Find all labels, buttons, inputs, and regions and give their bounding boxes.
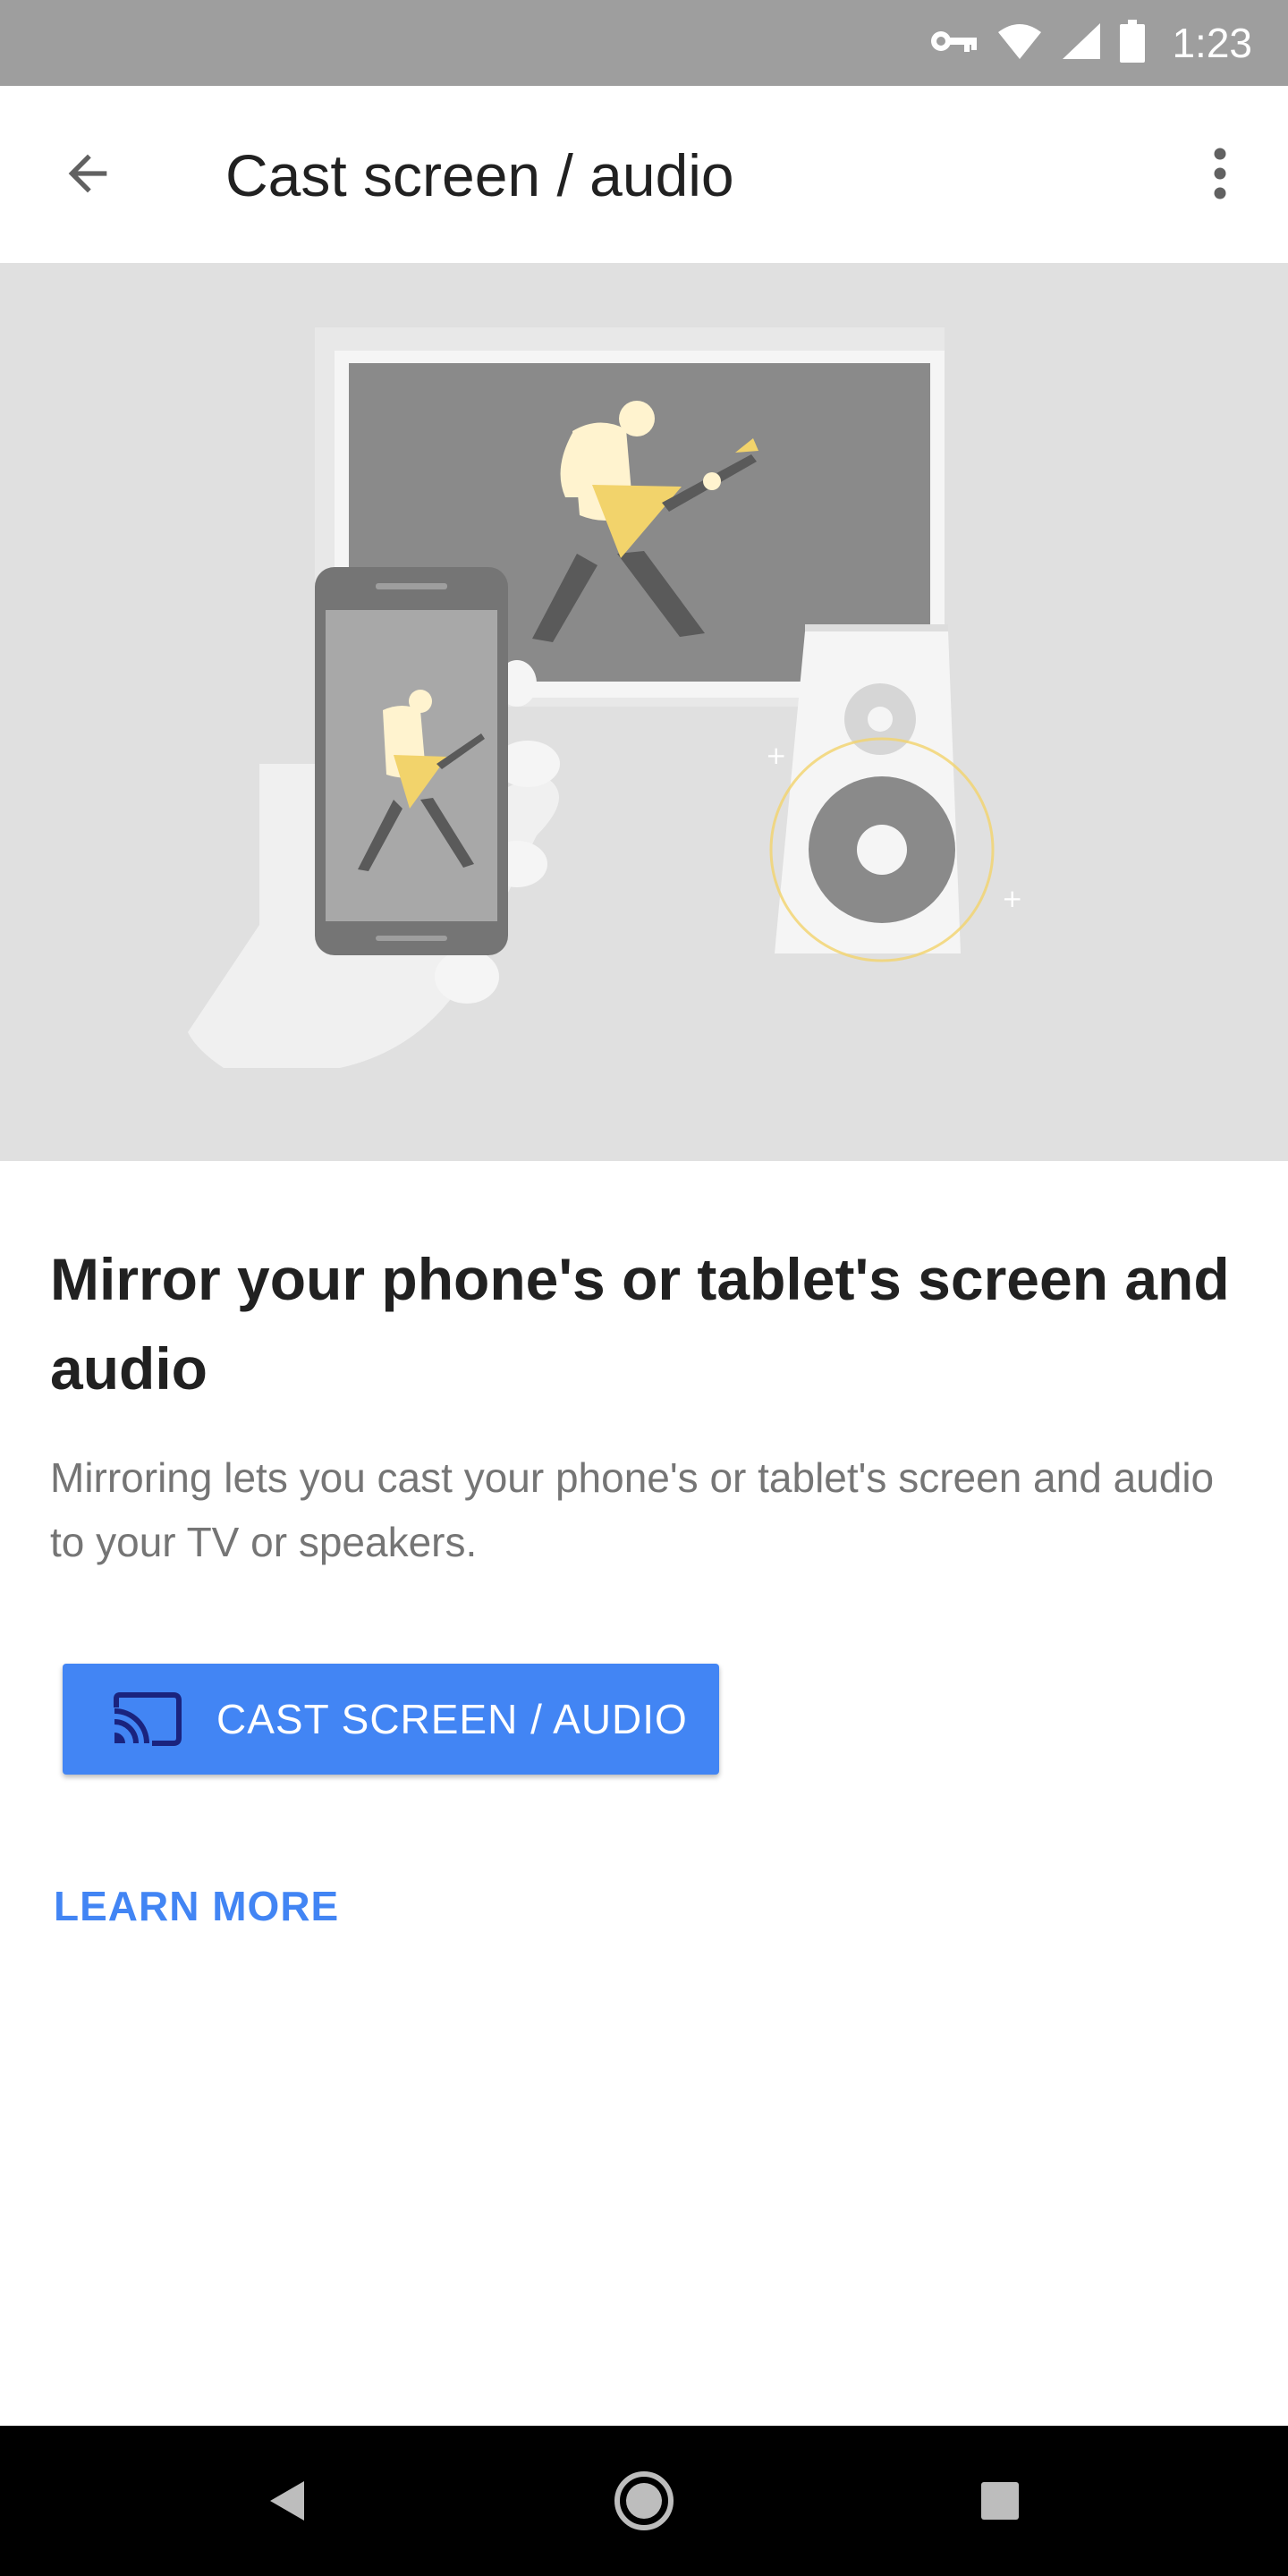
navigation-bar xyxy=(0,2426,1288,2576)
nav-home-button[interactable] xyxy=(601,2458,687,2544)
cast-icon xyxy=(111,1692,182,1746)
status-icons: 1:23 xyxy=(928,0,1252,86)
back-button[interactable] xyxy=(45,131,131,216)
hero-illustration: + + xyxy=(0,263,1288,1161)
more-vert-icon xyxy=(1214,148,1226,199)
phone-tv-speaker-casting-illustration: + + xyxy=(188,327,1022,1068)
status-bar: 1:23 xyxy=(0,0,1288,86)
status-time: 1:23 xyxy=(1172,20,1252,66)
cast-button-label: CAST SCREEN / AUDIO xyxy=(216,1696,688,1742)
learn-more-link[interactable]: LEARN MORE xyxy=(54,1882,339,1930)
page-title: Cast screen / audio xyxy=(225,142,734,208)
more-options-button[interactable] xyxy=(1188,131,1252,216)
recents-square-icon xyxy=(981,2482,1019,2520)
speaker-illustration: + + xyxy=(766,624,1022,962)
arrow-back-icon xyxy=(68,154,107,193)
section-heading: Mirror your phone's or tablet's screen a… xyxy=(50,1246,1230,1402)
svg-text:+: + xyxy=(1002,884,1022,913)
app-bar: Cast screen / audio xyxy=(0,86,1288,263)
cast-screen-audio-button[interactable]: CAST SCREEN / AUDIO xyxy=(63,1664,719,1775)
nav-recents-button[interactable] xyxy=(957,2458,1043,2544)
cellular-signal-icon xyxy=(1061,21,1102,65)
wifi-icon xyxy=(996,21,1043,65)
vpn-key-icon xyxy=(928,23,979,64)
home-circle-icon xyxy=(614,2471,674,2530)
section-description: Mirroring lets you cast your phone's or … xyxy=(50,1454,1215,1565)
nav-back-button[interactable] xyxy=(243,2458,329,2544)
battery-icon xyxy=(1120,19,1146,67)
back-triangle-icon xyxy=(270,2481,304,2521)
svg-text:+: + xyxy=(766,741,786,770)
phone-illustration xyxy=(315,567,508,955)
